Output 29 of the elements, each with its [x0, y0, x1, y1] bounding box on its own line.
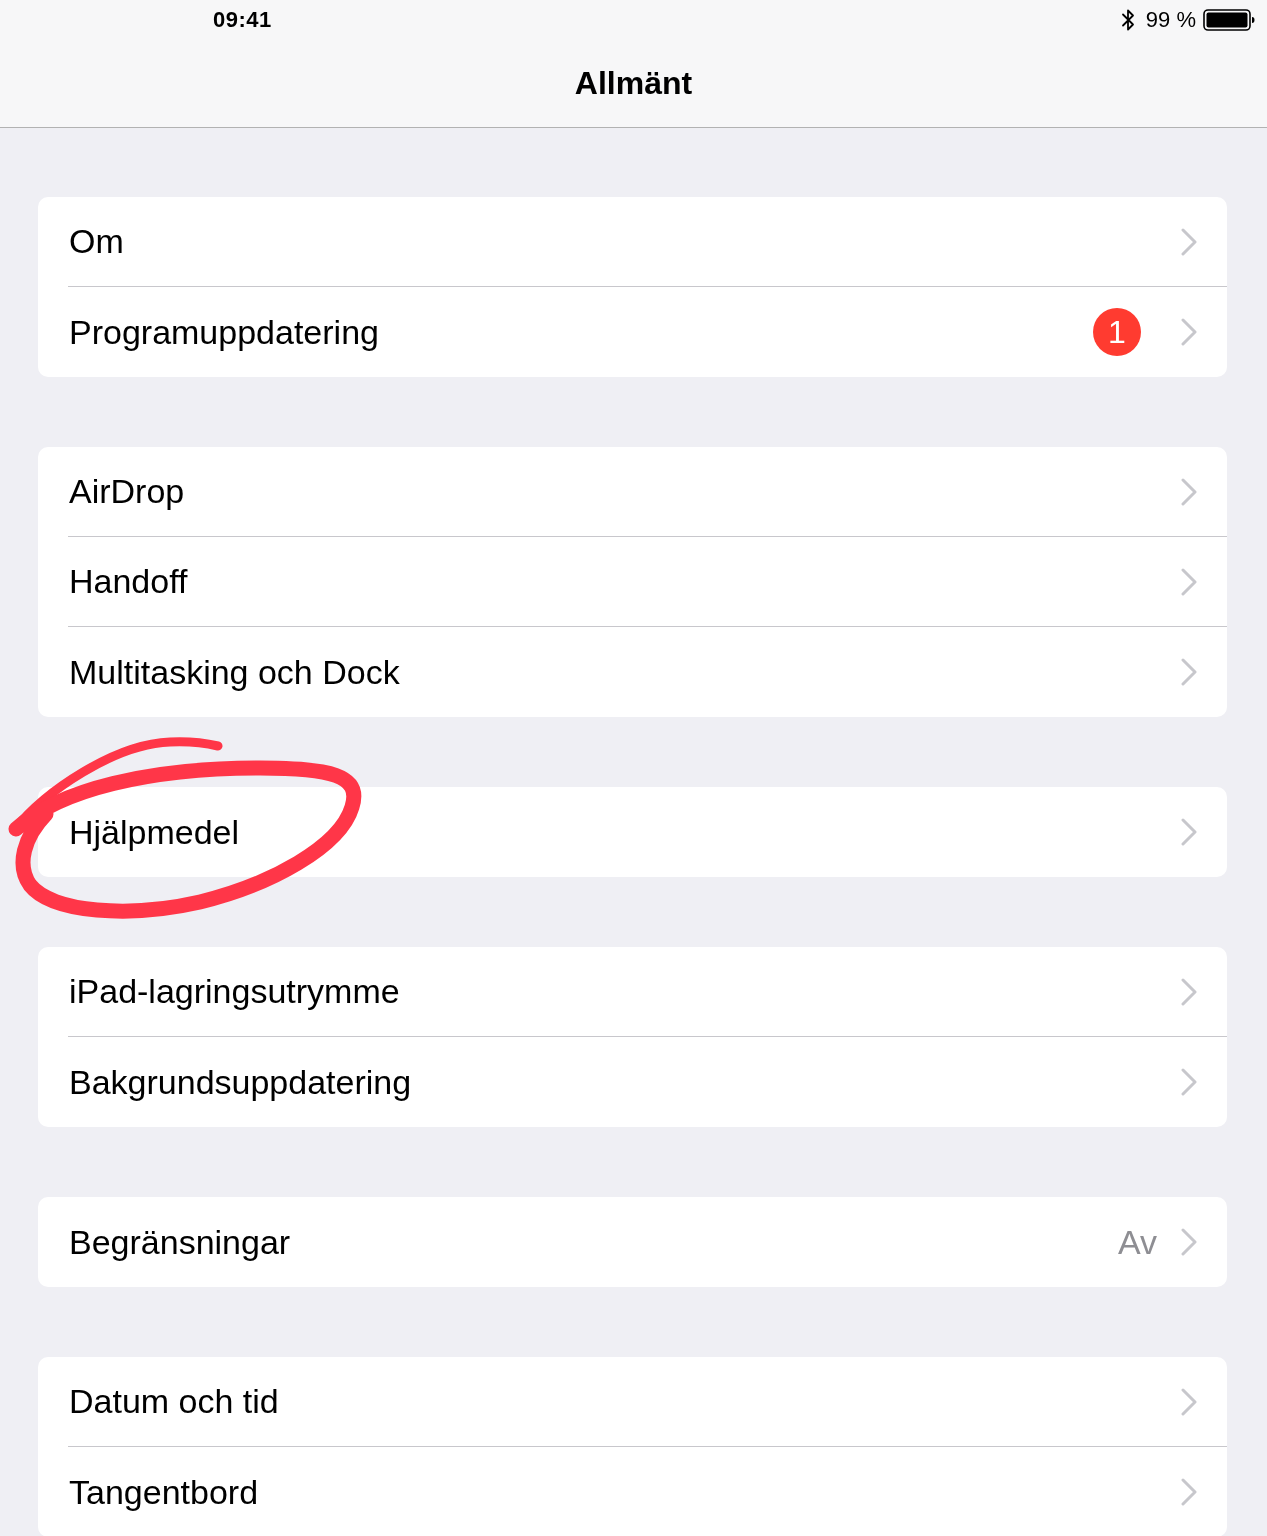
settings-row[interactable]: Hjälpmedel: [38, 787, 1227, 877]
settings-row[interactable]: Multitasking och Dock: [38, 627, 1227, 717]
chevron-icon: [1181, 1387, 1197, 1416]
bluetooth-icon: [1120, 8, 1135, 32]
row-value: Av: [1117, 1222, 1157, 1262]
chevron-icon: [1181, 818, 1197, 846]
navigation-title: Allmänt: [573, 64, 694, 102]
battery-percentage: 99 %: [1145, 7, 1196, 33]
battery-icon: [1203, 9, 1255, 31]
chevron-icon: [1181, 1228, 1197, 1256]
settings-row[interactable]: Bakgrundsuppdatering: [38, 1037, 1227, 1127]
notification-badge: 1: [1093, 308, 1141, 356]
settings-row[interactable]: iPad-lagringsutrymme: [38, 947, 1227, 1037]
chevron-icon: [1181, 477, 1197, 506]
chevron-icon: [1181, 977, 1197, 1006]
chevron-icon: [1181, 227, 1197, 256]
settings-row[interactable]: AirDrop: [38, 447, 1227, 537]
chevron-icon: [1181, 658, 1197, 686]
settings-row[interactable]: Tangentbord: [38, 1447, 1227, 1536]
chevron-icon: [1181, 567, 1197, 596]
status-time: 09:41: [213, 7, 272, 33]
settings-row[interactable]: Datum och tid: [38, 1357, 1227, 1447]
settings-row[interactable]: Om: [38, 197, 1227, 287]
settings-row[interactable]: Handoff: [38, 537, 1227, 627]
chevron-icon: [1181, 1478, 1197, 1506]
chevron-icon: [1181, 318, 1197, 346]
settings-row[interactable]: Programuppdatering 1: [38, 287, 1227, 377]
settings-row[interactable]: Begränsningar Av: [38, 1197, 1227, 1287]
chevron-icon: [1181, 1068, 1197, 1096]
